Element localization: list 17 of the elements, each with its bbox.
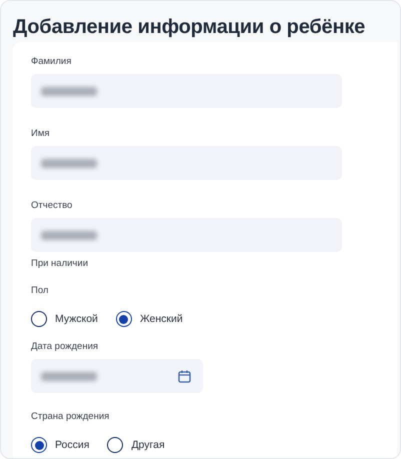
input-field[interactable] (31, 359, 203, 393)
input-field[interactable] (31, 218, 342, 252)
field-label: Фамилия (31, 56, 72, 67)
field-label: Страна рождения (31, 411, 110, 422)
field-label: Пол (31, 285, 50, 296)
page-title: Добавление информации о ребёнке (13, 15, 366, 40)
calendar-icon[interactable] (178, 370, 191, 382)
input-field[interactable] (31, 146, 342, 180)
hint-text: При наличии (31, 258, 89, 269)
radio-option[interactable]: Другая (107, 437, 165, 453)
field-label: Имя (31, 128, 51, 139)
input-field[interactable] (31, 74, 342, 108)
radio-option[interactable]: Женский (116, 311, 183, 327)
radio-option[interactable]: Мужской (31, 311, 98, 327)
radio-option[interactable]: Россия (31, 437, 90, 453)
field-label: Дата рождения (31, 341, 100, 352)
field-label: Отчество (31, 200, 74, 211)
